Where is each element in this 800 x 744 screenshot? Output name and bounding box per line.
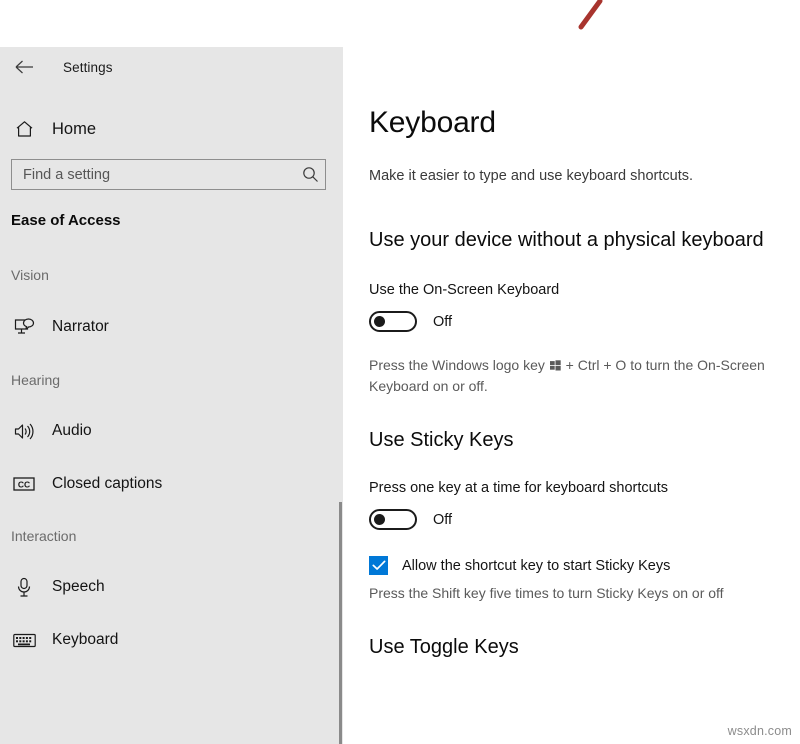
section-sticky-keys: Use Sticky Keys Press one key at a time …: [369, 429, 800, 604]
sidebar-header: Settings: [0, 47, 343, 87]
toggle-row-sticky-keys: Off: [369, 509, 800, 530]
help-text-prefix: Press the Windows logo key: [369, 357, 549, 373]
section-heading-onscreen-keyboard: Use your device without a physical keybo…: [369, 229, 800, 252]
help-text-onscreen-keyboard: Press the Windows logo key + Ctrl + O to…: [369, 355, 800, 397]
sidebar-item-closed-captions-label: Closed captions: [52, 475, 162, 493]
sticky-keys-toggle[interactable]: [369, 509, 417, 530]
search-input[interactable]: [12, 160, 295, 189]
windows-logo-key-icon: [550, 356, 561, 367]
sidebar-item-closed-captions[interactable]: CC Closed captions: [0, 467, 343, 501]
watermark: wsxdn.com: [728, 724, 792, 738]
sidebar-group-vision: Vision Narrator: [0, 267, 343, 344]
sidebar-item-audio-label: Audio: [52, 422, 92, 440]
help-text-sticky-keys: Press the Shift key five times to turn S…: [369, 583, 800, 604]
sticky-keys-shortcut-label: Allow the shortcut key to start Sticky K…: [402, 558, 670, 574]
sidebar-scrollbar[interactable]: [339, 502, 342, 744]
main-content: Keyboard Make it easier to type and use …: [343, 0, 800, 744]
svg-text:CC: CC: [18, 480, 30, 490]
microphone-icon: [9, 574, 39, 600]
sidebar-group-label-interaction: Interaction: [11, 528, 343, 544]
sidebar-item-keyboard[interactable]: Keyboard: [0, 623, 343, 657]
audio-icon: [9, 418, 39, 444]
sidebar-group-hearing: Hearing Audio CC Closed captions: [0, 372, 343, 501]
sticky-keys-toggle-state: Off: [433, 512, 452, 528]
sidebar-category-title: Ease of Access: [11, 212, 343, 229]
closed-captions-icon: CC: [9, 471, 39, 497]
sidebar-group-label-vision: Vision: [11, 267, 343, 283]
checkbox-row-sticky-keys-shortcut[interactable]: Allow the shortcut key to start Sticky K…: [369, 556, 800, 575]
search-box[interactable]: [11, 159, 326, 190]
onscreen-keyboard-toggle-state: Off: [433, 314, 452, 330]
sidebar-item-narrator[interactable]: Narrator: [0, 310, 343, 344]
section-heading-sticky-keys: Use Sticky Keys: [369, 429, 800, 452]
setting-label-onscreen-keyboard: Use the On-Screen Keyboard: [369, 282, 800, 298]
sidebar-group-label-hearing: Hearing: [11, 372, 343, 388]
toggle-knob: [374, 316, 385, 327]
sticky-keys-shortcut-checkbox[interactable]: [369, 556, 388, 575]
sidebar-item-speech-label: Speech: [52, 578, 105, 596]
sidebar-item-home[interactable]: Home: [0, 110, 343, 148]
sidebar-item-audio[interactable]: Audio: [0, 414, 343, 448]
sidebar-item-keyboard-label: Keyboard: [52, 631, 118, 649]
sidebar-item-speech[interactable]: Speech: [0, 570, 343, 604]
sidebar-item-home-label: Home: [52, 120, 96, 139]
app-title: Settings: [63, 60, 113, 75]
back-arrow-icon[interactable]: [9, 52, 39, 82]
search-icon[interactable]: [295, 160, 325, 189]
keyboard-icon: [9, 627, 39, 653]
checkmark-icon: [372, 560, 386, 571]
home-icon: [9, 116, 39, 142]
page-title: Keyboard: [369, 0, 800, 138]
setting-label-sticky-keys: Press one key at a time for keyboard sho…: [369, 480, 800, 496]
section-heading-toggle-keys: Use Toggle Keys: [369, 636, 800, 659]
onscreen-keyboard-toggle[interactable]: [369, 311, 417, 332]
settings-sidebar: Settings Home Ease of Access Vision: [0, 47, 343, 744]
toggle-row-onscreen-keyboard: Off: [369, 311, 800, 332]
sidebar-item-narrator-label: Narrator: [52, 318, 109, 336]
section-onscreen-keyboard: Use your device without a physical keybo…: [369, 229, 800, 397]
page-subtitle: Make it easier to type and use keyboard …: [369, 168, 800, 184]
sidebar-group-interaction: Interaction Speech: [0, 528, 343, 657]
toggle-knob: [374, 514, 385, 525]
narrator-icon: [9, 314, 39, 340]
section-toggle-keys: Use Toggle Keys: [369, 636, 800, 659]
